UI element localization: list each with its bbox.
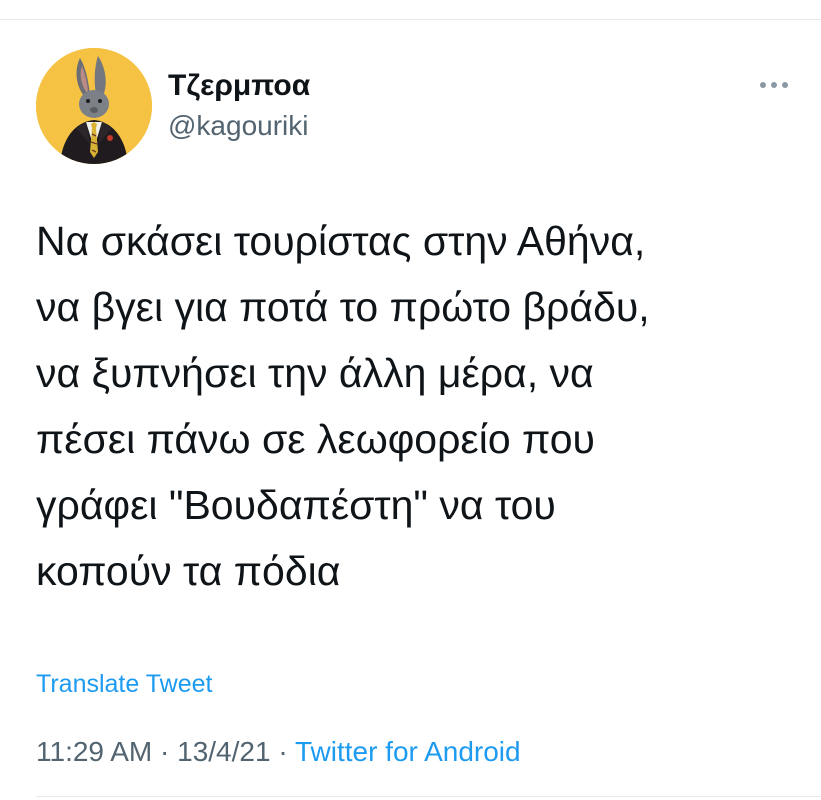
tweet-metadata: 11:29 AM · 13/4/21 · Twitter for Android (36, 733, 521, 771)
meta-separator: · (160, 736, 170, 767)
display-name[interactable]: Τζερμποα (168, 67, 310, 105)
top-divider (0, 19, 821, 20)
more-horizontal-icon (760, 82, 788, 88)
more-options-button[interactable] (752, 70, 796, 100)
avatar[interactable] (36, 48, 152, 164)
tweet-source-link[interactable]: Twitter for Android (295, 736, 521, 767)
tweet-date[interactable]: 13/4/21 (177, 736, 270, 767)
tweet-text: Να σκάσει τουρίστας στην Αθήνα, να βγει … (36, 218, 650, 594)
rabbit-in-suit-avatar-icon (36, 48, 152, 164)
author-names: Τζερμποα @kagouriki (168, 67, 310, 145)
bottom-divider (36, 796, 821, 797)
tweet-header: Τζερμποα @kagouriki (36, 48, 796, 164)
translate-tweet-link[interactable]: Translate Tweet (36, 670, 212, 699)
tweet-time[interactable]: 11:29 AM (36, 736, 152, 767)
user-handle[interactable]: @kagouriki (168, 107, 310, 145)
meta-separator: · (278, 736, 288, 767)
